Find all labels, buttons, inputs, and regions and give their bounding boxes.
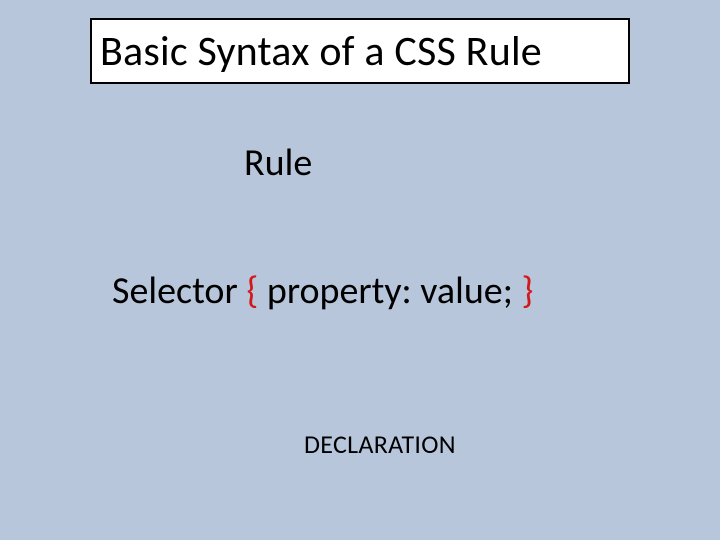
page-title: Basic Syntax of a CSS Rule [100,26,542,77]
syntax-selector: Selector [112,268,246,314]
rule-label: Rule [244,140,312,186]
syntax-close-brace: } [521,268,533,314]
syntax-open-brace: { [246,268,267,314]
declaration-label: DECLARATION [304,428,456,460]
title-box: Basic Syntax of a CSS Rule [90,18,630,84]
syntax-body: property: value; [267,268,522,314]
syntax-line: Selector { property: value; } [112,268,533,314]
